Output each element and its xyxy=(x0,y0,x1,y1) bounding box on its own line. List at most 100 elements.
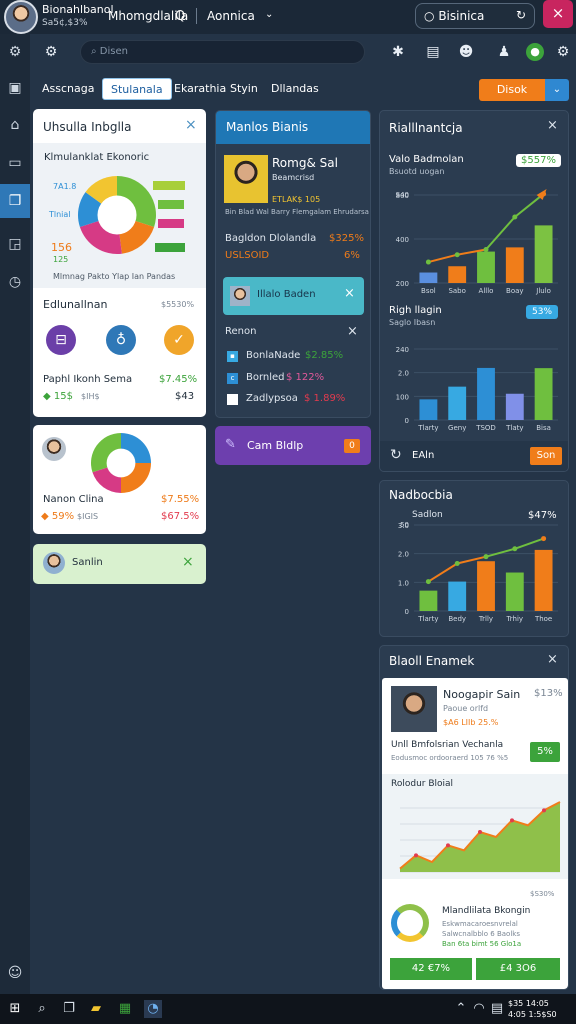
chevron-down-icon[interactable]: ⌄ xyxy=(265,9,273,20)
tab-4[interactable]: Styin xyxy=(230,78,258,100)
close-icon[interactable]: × xyxy=(185,117,197,133)
trend-point xyxy=(425,259,431,265)
row-badge: 5% xyxy=(530,742,560,762)
checkbox[interactable]: c xyxy=(227,373,238,384)
chevron-down-icon[interactable]: ⌄ xyxy=(545,79,569,101)
close-icon[interactable]: × xyxy=(347,324,358,339)
tab-5[interactable]: Dllandas xyxy=(271,78,319,100)
tab-1[interactable]: Asscnaga xyxy=(42,78,94,100)
green-button-2[interactable]: £4 3O6 xyxy=(476,958,560,980)
bar xyxy=(505,393,524,420)
top-search-field[interactable]: ○ Bisinica ↻ xyxy=(415,3,535,29)
chip[interactable]: Illalo Baden × xyxy=(223,277,364,315)
user-avatar[interactable] xyxy=(4,0,38,34)
card-green-notice[interactable]: Sanlin × xyxy=(33,544,206,584)
stat-value: $67.5% xyxy=(161,511,200,522)
bar xyxy=(505,247,524,283)
chat-icon[interactable]: ◲ xyxy=(5,234,25,254)
x-tick-label: Alllo xyxy=(479,287,494,295)
settings-icon[interactable]: ⚙ xyxy=(41,42,61,62)
browser-icon[interactable]: ◔ xyxy=(144,1000,162,1018)
y-tick-label: 0 xyxy=(405,417,409,425)
check-icon[interactable]: ✓ xyxy=(164,325,194,355)
person-line: Paoue orlfd xyxy=(443,704,489,713)
notice-label: Sanlin xyxy=(72,557,103,568)
smile-icon[interactable]: ☺ xyxy=(5,963,25,983)
avatar[interactable] xyxy=(42,437,66,461)
stat-sub: $IH$ xyxy=(81,392,100,401)
message-icon[interactable]: ● xyxy=(526,43,544,61)
divider xyxy=(196,8,197,24)
puzzle-icon[interactable]: ✱ xyxy=(388,42,408,62)
person-pct: $13% xyxy=(534,688,563,699)
tab-2[interactable]: Stulanala xyxy=(102,78,172,100)
bar xyxy=(448,581,467,611)
checkbox[interactable] xyxy=(227,394,238,405)
menu-item[interactable]: Aonnica xyxy=(207,9,255,23)
cart-icon[interactable]: ⊟ xyxy=(46,325,76,355)
store-icon[interactable]: ▦ xyxy=(116,1000,134,1018)
window-icon[interactable]: ▣ xyxy=(5,78,25,98)
folder-icon[interactable]: ▰ xyxy=(87,1000,105,1018)
gear-icon[interactable]: ⚙ xyxy=(5,42,25,62)
area-point xyxy=(414,853,418,858)
area-point xyxy=(446,843,450,848)
green-button-1[interactable]: 42 €7% xyxy=(390,958,472,980)
task-view-icon[interactable]: ❐ xyxy=(60,1000,78,1018)
bar xyxy=(448,266,467,283)
search-input[interactable]: ⌕ Disen xyxy=(80,40,365,64)
y-tick-label: 2.0 xyxy=(398,551,409,559)
chart-sub: Saglo Ibasn xyxy=(389,318,436,327)
card-title: Uhsulla Inbglla xyxy=(43,120,132,134)
trend-line-segment xyxy=(514,537,544,550)
search-icon[interactable]: Q xyxy=(175,9,185,24)
chart-title: Righ llagin xyxy=(389,305,442,316)
close-icon[interactable]: × xyxy=(344,286,355,301)
clock-icon[interactable]: ◷ xyxy=(5,272,25,292)
windows-icon[interactable]: ⊞ xyxy=(6,1000,24,1018)
trend-point xyxy=(454,252,460,258)
stat-sub: $IGIS xyxy=(77,512,99,521)
bar xyxy=(448,386,467,420)
wifi-icon[interactable]: ◠ xyxy=(470,1000,488,1018)
close-icon[interactable]: × xyxy=(547,652,558,667)
sidebar xyxy=(0,34,30,994)
summary-label: Edlunallnan xyxy=(43,298,108,311)
close-icon[interactable]: × xyxy=(182,554,194,570)
y-tick-label: 50 xyxy=(400,521,409,529)
row-label: USLSOID xyxy=(225,250,270,261)
card-trend: Nadbocbia Sadlon $47% 0 1.0 2.0 3.0 50 Tlarty… xyxy=(379,480,569,637)
close-icon[interactable]: × xyxy=(543,0,573,28)
notes-icon[interactable]: ▤ xyxy=(488,1000,506,1018)
search-icon[interactable]: ⌕ xyxy=(33,1000,51,1018)
card-title: Manlos Bianis xyxy=(226,120,309,134)
action-button[interactable]: Disok xyxy=(479,79,545,101)
footer-button[interactable]: Son xyxy=(530,447,562,465)
bar xyxy=(419,399,438,420)
small-value: $S30% xyxy=(530,890,555,898)
chevron-up-icon[interactable]: ⌃ xyxy=(452,1000,470,1018)
layout-icon[interactable]: ▤ xyxy=(423,42,443,62)
summary-value: $5530% xyxy=(161,300,195,309)
monitor-icon[interactable]: ▭ xyxy=(5,153,25,173)
tab-3[interactable]: Ekarathia xyxy=(174,78,226,100)
donut-label: 7A1.8 xyxy=(53,182,77,191)
card-title: Blaoll Enamek xyxy=(389,654,475,668)
graduation-icon[interactable]: ⌂ xyxy=(5,115,25,135)
purple-action-card[interactable]: ✎ Cam Bldlp 0 xyxy=(215,426,371,465)
checkbox[interactable]: ▪ xyxy=(227,351,238,362)
card-analytics: Rialllnantcja × Valo Badmolan Bsuotd uog… xyxy=(379,110,569,472)
taskbar-date: 4:05 1:5$S0 xyxy=(508,1010,557,1019)
close-icon[interactable]: × xyxy=(547,118,558,133)
list-item-value: $2.85% xyxy=(305,350,344,361)
y-tick-label: 200 xyxy=(396,280,409,288)
stethoscope-icon[interactable]: ♁ xyxy=(106,325,136,355)
document-icon[interactable]: ❐ xyxy=(0,184,30,218)
face-icon[interactable]: ☻ xyxy=(456,42,476,62)
bar xyxy=(477,367,495,420)
refresh-icon[interactable]: ↻ xyxy=(516,8,526,22)
refresh-icon[interactable]: ↻ xyxy=(390,447,402,463)
row-value: 6% xyxy=(344,250,360,261)
user-icon[interactable]: ♟ xyxy=(494,42,514,62)
gear-icon-secondary[interactable]: ⚙ xyxy=(553,42,573,62)
